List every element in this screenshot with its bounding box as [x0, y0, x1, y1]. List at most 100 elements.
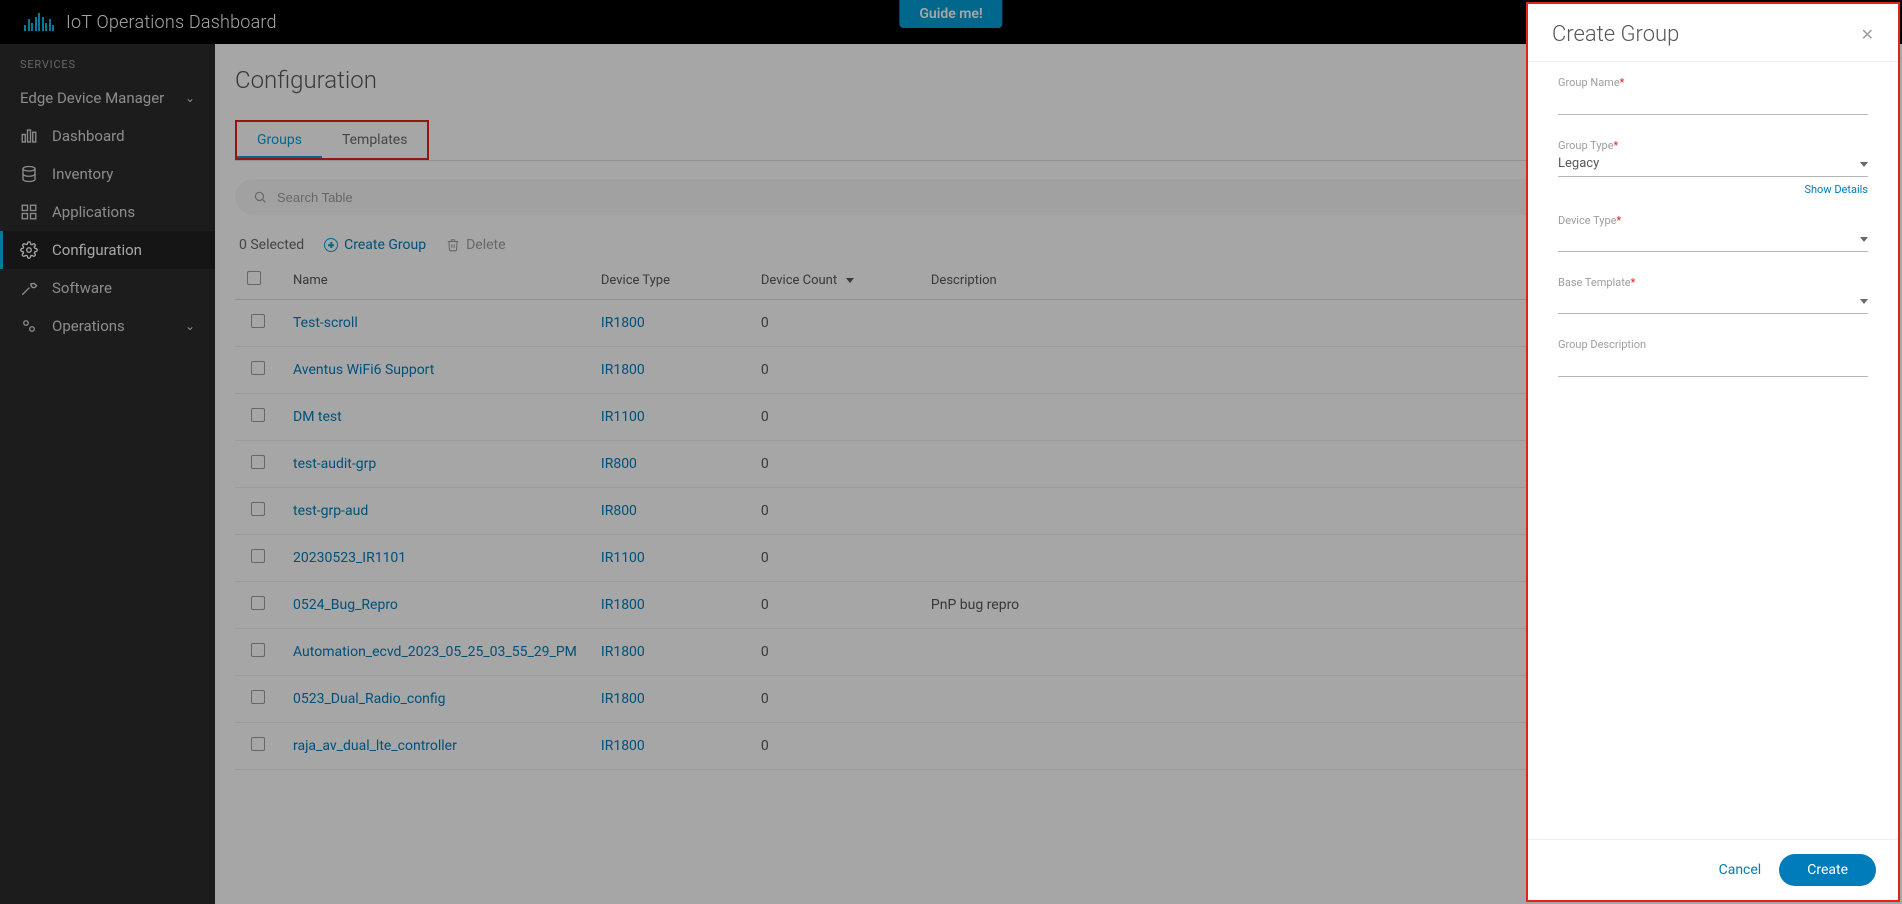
tab-groups[interactable]: Groups	[237, 122, 322, 158]
chevron-down-icon	[1860, 162, 1868, 167]
sidebar-item-dashboard[interactable]: Dashboard	[0, 117, 215, 155]
row-checkbox[interactable]	[251, 455, 265, 469]
create-group-label: Create Group	[344, 237, 426, 253]
column-name[interactable]: Name	[281, 261, 589, 300]
delete-button[interactable]: Delete	[446, 237, 505, 253]
sidebar-section-edm[interactable]: Edge Device Manager ⌄	[0, 79, 215, 117]
device-type-link[interactable]: IR1100	[601, 409, 645, 425]
cisco-logo	[24, 13, 54, 31]
device-count-cell: 0	[749, 676, 919, 723]
group-name-input[interactable]	[1558, 91, 1868, 115]
device-count-cell: 0	[749, 629, 919, 676]
field-group-name: Group Name*	[1558, 76, 1868, 115]
tab-templates[interactable]: Templates	[322, 122, 428, 158]
group-name-link[interactable]: 0523_Dual_Radio_config	[293, 691, 446, 707]
field-device-type: Device Type*	[1558, 214, 1868, 252]
chevron-down-icon	[1860, 237, 1868, 242]
device-count-cell: 0	[749, 347, 919, 394]
sidebar-section-label: Edge Device Manager	[20, 89, 164, 107]
create-button[interactable]: Create	[1779, 854, 1876, 886]
sidebar-item-operations[interactable]: Operations ⌄	[0, 307, 215, 345]
group-type-value: Legacy	[1558, 156, 1599, 172]
device-count-cell: 0	[749, 441, 919, 488]
base-template-select[interactable]	[1558, 291, 1868, 314]
drawer-body: Group Name* Group Type* Legacy Show Deta…	[1528, 62, 1898, 839]
device-count-cell: 0	[749, 488, 919, 535]
sidebar-item-configuration[interactable]: Configuration	[0, 231, 215, 269]
group-name-link[interactable]: raja_av_dual_lte_controller	[293, 738, 457, 754]
device-type-link[interactable]: IR1800	[601, 597, 645, 613]
device-count-cell: 0	[749, 582, 919, 629]
device-type-link[interactable]: IR1800	[601, 691, 645, 707]
group-name-link[interactable]: test-audit-grp	[293, 456, 376, 472]
row-checkbox[interactable]	[251, 549, 265, 563]
group-name-link[interactable]: 0524_Bug_Repro	[293, 597, 398, 613]
row-checkbox[interactable]	[251, 690, 265, 704]
row-checkbox[interactable]	[251, 361, 265, 375]
column-device-type[interactable]: Device Type	[589, 261, 749, 300]
delete-label: Delete	[466, 237, 505, 253]
column-device-count[interactable]: Device Count	[749, 261, 919, 300]
row-checkbox[interactable]	[251, 596, 265, 610]
services-label: SERVICES	[0, 44, 215, 79]
drawer-title: Create Group	[1552, 22, 1679, 47]
create-group-drawer: Create Group ✕ Group Name* Group Type* L…	[1526, 2, 1900, 902]
group-type-select[interactable]: Legacy	[1558, 154, 1868, 177]
device-count-cell: 0	[749, 300, 919, 347]
chevron-down-icon: ⌄	[185, 319, 195, 333]
device-type-link[interactable]: IR1800	[601, 644, 645, 660]
field-base-template: Base Template*	[1558, 276, 1868, 314]
device-type-link[interactable]: IR800	[601, 456, 637, 472]
device-type-link[interactable]: IR1800	[601, 738, 645, 754]
sort-desc-icon	[846, 278, 854, 283]
row-checkbox[interactable]	[251, 643, 265, 657]
apps-icon	[20, 203, 38, 221]
create-group-button[interactable]: Create Group	[324, 237, 426, 253]
cancel-button[interactable]: Cancel	[1719, 862, 1762, 878]
row-checkbox[interactable]	[251, 737, 265, 751]
row-checkbox[interactable]	[251, 408, 265, 422]
sidebar-item-software[interactable]: Software	[0, 269, 215, 307]
select-all-checkbox[interactable]	[247, 271, 261, 285]
drawer-header: Create Group ✕	[1528, 4, 1898, 62]
close-icon[interactable]: ✕	[1861, 25, 1874, 44]
row-checkbox[interactable]	[251, 502, 265, 516]
tabs-highlight-box: Groups Templates	[235, 120, 429, 160]
sidebar: SERVICES Edge Device Manager ⌄ Dashboard…	[0, 44, 215, 904]
field-group-type: Group Type* Legacy	[1558, 139, 1868, 177]
base-template-label: Base Template*	[1558, 276, 1868, 289]
sidebar-item-label: Operations	[52, 317, 125, 335]
group-name-link[interactable]: Test-scroll	[293, 315, 358, 331]
sidebar-item-label: Inventory	[52, 165, 113, 183]
field-group-description: Group Description	[1558, 338, 1868, 377]
device-type-link[interactable]: IR1800	[601, 315, 645, 331]
group-name-link[interactable]: 20230523_IR1101	[293, 550, 406, 566]
device-type-select[interactable]	[1558, 229, 1868, 252]
device-type-link[interactable]: IR1100	[601, 550, 645, 566]
sidebar-item-label: Dashboard	[52, 127, 125, 145]
row-checkbox[interactable]	[251, 314, 265, 328]
database-icon	[20, 165, 38, 183]
chevron-down-icon: ⌄	[185, 91, 195, 105]
sidebar-item-label: Applications	[52, 203, 135, 221]
gear-icon	[20, 241, 38, 259]
show-details-link[interactable]: Show Details	[1558, 183, 1868, 196]
device-count-cell: 0	[749, 723, 919, 770]
group-name-link[interactable]: Aventus WiFi6 Support	[293, 362, 434, 378]
drawer-footer: Cancel Create	[1528, 839, 1898, 900]
group-name-link[interactable]: DM test	[293, 409, 342, 425]
device-count-cell: 0	[749, 394, 919, 441]
group-name-link[interactable]: test-grp-aud	[293, 503, 368, 519]
device-type-link[interactable]: IR800	[601, 503, 637, 519]
group-description-input[interactable]	[1558, 353, 1868, 377]
sidebar-item-applications[interactable]: Applications	[0, 193, 215, 231]
gears-icon	[20, 317, 38, 335]
group-name-link[interactable]: Automation_ecvd_2023_05_25_03_55_29_PM	[293, 644, 577, 660]
sidebar-item-label: Software	[52, 279, 112, 297]
guide-me-button[interactable]: Guide me!	[899, 0, 1002, 28]
dashboard-icon	[20, 127, 38, 145]
sidebar-item-inventory[interactable]: Inventory	[0, 155, 215, 193]
group-description-label: Group Description	[1558, 338, 1868, 351]
device-type-link[interactable]: IR1800	[601, 362, 645, 378]
wrench-icon	[20, 279, 38, 297]
